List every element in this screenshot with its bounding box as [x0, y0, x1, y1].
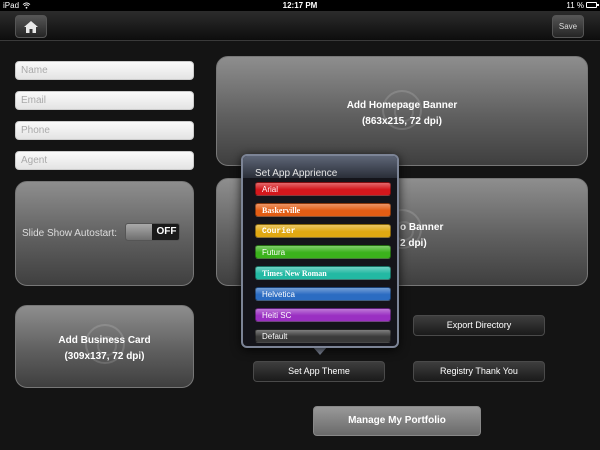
add-homepage-banner-panel[interactable]: Add Homepage Banner (863x215, 72 dpi) [216, 56, 588, 166]
font-option-futura[interactable]: Futura [255, 245, 391, 259]
popover-title: Set App Apprience [255, 168, 338, 179]
business-card-dimensions: (309x137, 72 dpi) [64, 351, 145, 362]
phone-field[interactable] [15, 121, 194, 140]
font-option-heiti-sc[interactable]: Heiti SC [255, 308, 391, 322]
font-option-label: Times New Roman [262, 269, 327, 278]
name-field[interactable] [15, 61, 194, 80]
home-icon [24, 20, 38, 33]
font-option-default[interactable]: Default [255, 329, 391, 343]
home-button[interactable] [15, 15, 47, 38]
font-option-arial[interactable]: Arial [255, 182, 391, 196]
font-option-helvetica[interactable]: Helvetica [255, 287, 391, 301]
business-card-title: Add Business Card [58, 335, 151, 346]
export-directory-button[interactable]: Export Directory [413, 315, 545, 336]
font-option-times-new-roman[interactable]: Times New Roman [255, 266, 391, 280]
font-option-courier[interactable]: Courier [255, 224, 391, 238]
font-picker-popover: Set App Apprience Arial Baskerville Cour… [241, 154, 399, 348]
manage-portfolio-button[interactable]: Manage My Portfolio [313, 406, 481, 436]
font-option-label: Heiti SC [262, 311, 292, 320]
second-banner-dimensions: 2 dpi) [400, 238, 427, 249]
font-option-baskerville[interactable]: Baskerville [255, 203, 391, 217]
battery-percent: 11 % [566, 1, 584, 10]
font-option-label: Futura [262, 248, 286, 257]
add-business-card-panel[interactable]: Add Business Card (309x137, 72 dpi) [15, 305, 194, 388]
battery-icon [586, 2, 599, 8]
toggle-knob [126, 224, 152, 240]
second-banner-title: o Banner [400, 222, 444, 233]
toggle-state-label: OFF [156, 226, 177, 237]
registry-thank-you-button[interactable]: Registry Thank You [413, 361, 545, 382]
set-app-theme-button[interactable]: Set App Theme [253, 361, 385, 382]
font-option-label: Baskerville [262, 206, 301, 215]
font-option-label: Helvetica [262, 290, 295, 299]
homepage-banner-title: Add Homepage Banner [346, 100, 458, 111]
slideshow-label: Slide Show Autostart: [22, 228, 118, 239]
homepage-banner-dimensions: (863x215, 72 dpi) [361, 116, 443, 127]
email-field[interactable] [15, 91, 194, 110]
status-bar: iPad 12:17 PM 11 % [0, 0, 600, 11]
font-option-label: Courier [262, 227, 296, 236]
clock: 12:17 PM [282, 1, 318, 10]
slideshow-toggle[interactable]: OFF [125, 223, 180, 241]
font-option-label: Default [262, 332, 288, 341]
agent-field[interactable] [15, 151, 194, 170]
save-button[interactable]: Save [552, 15, 584, 38]
font-option-label: Arial [262, 185, 279, 194]
toolbar: Save [0, 11, 600, 41]
